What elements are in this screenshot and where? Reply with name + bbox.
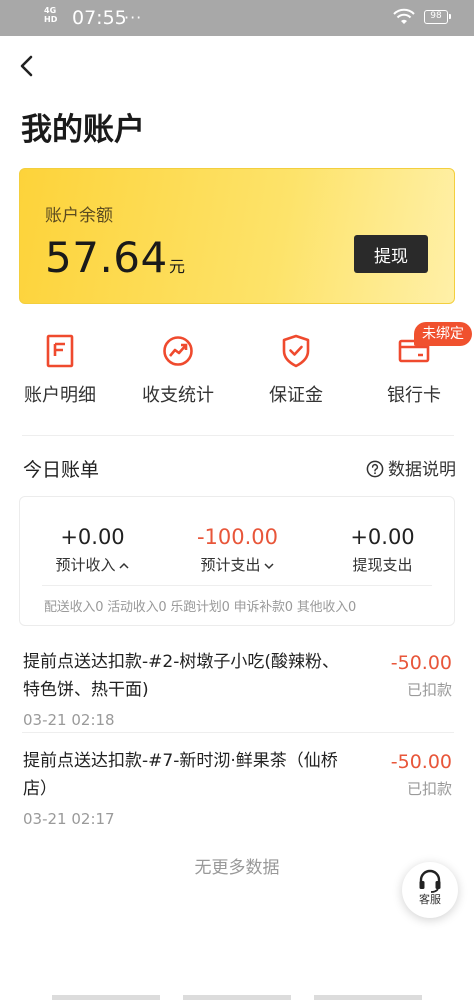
- unbound-badge: 未绑定: [414, 322, 472, 346]
- chevron-left-icon: [20, 55, 33, 77]
- stat-label: 预计收入: [55, 556, 116, 574]
- stat-toggle-expected-expense[interactable]: 预计支出: [200, 555, 274, 575]
- today-stats: +0.00 预计收入 -100.00 预计支出 +0.00 提现支出 配送收入0…: [19, 496, 455, 626]
- entry-deposit[interactable]: 保证金: [238, 334, 354, 414]
- bill-row[interactable]: 提前点送达扣款-#7-新时沏·鲜果茶（仙桥店） 03-21 02:17 -50.…: [0, 747, 474, 843]
- bill-time: 03-21 02:18: [23, 711, 115, 729]
- divider: [22, 732, 454, 733]
- question-circle-icon: [366, 460, 384, 478]
- stat-label: 提现支出: [352, 556, 413, 574]
- chevron-down-icon: [263, 562, 274, 569]
- stat-withdraw-expense: +0.00 提现支出: [310, 523, 455, 575]
- back-button[interactable]: [12, 50, 44, 82]
- status-time: 07:55: [72, 7, 127, 29]
- battery-icon: 98: [424, 10, 451, 24]
- entry-label: 收支统计: [142, 385, 214, 406]
- shield-check-icon: [282, 334, 310, 368]
- headset-icon: [419, 869, 441, 893]
- bill-amount: -50.00: [390, 751, 452, 773]
- stat-toggle-expected-income[interactable]: 预计收入: [55, 555, 129, 575]
- stat-label: 预计支出: [200, 556, 261, 574]
- balance-unit: 元: [169, 257, 186, 276]
- customer-service-label: 客服: [419, 893, 441, 906]
- stat-expected-expense: -100.00 预计支出: [165, 523, 310, 575]
- bill-status: 已扣款: [406, 681, 452, 699]
- stat-value: -100.00: [196, 525, 279, 549]
- entry-label: 银行卡: [387, 385, 441, 406]
- bill-status: 已扣款: [406, 780, 452, 798]
- wifi-icon: [393, 8, 415, 24]
- data-explain-label: 数据说明: [388, 460, 456, 480]
- network-indicator: 4G HD: [44, 6, 58, 24]
- document-icon: [46, 334, 74, 368]
- chevron-up-icon: [118, 562, 129, 569]
- status-bar: 4G HD 07:55 ··· 98: [0, 0, 474, 36]
- stat-value: +0.00: [350, 525, 415, 549]
- entry-statistics[interactable]: 收支统计: [120, 334, 236, 414]
- bill-description: 提前点送达扣款-#2-树墩子小吃(酸辣粉、特色饼、热干面): [23, 652, 339, 700]
- trend-chart-icon: [163, 336, 193, 366]
- entry-bank-card[interactable]: 银行卡: [356, 334, 472, 414]
- entry-account-detail[interactable]: 账户明细: [2, 334, 118, 414]
- page-title: 我的账户: [21, 112, 145, 148]
- bill-description: 提前点送达扣款-#7-新时沏·鲜果茶（仙桥店）: [23, 751, 338, 799]
- withdraw-button[interactable]: 提现: [354, 235, 428, 273]
- balance-card: 账户余额 57.64 元 提现: [19, 168, 455, 304]
- income-breakdown: 配送收入0 活动收入0 乐跑计划0 申诉补款0 其他收入0: [44, 600, 357, 615]
- customer-service-button[interactable]: 客服: [402, 862, 458, 918]
- today-bill-title: 今日账单: [23, 459, 100, 481]
- bottom-handle: [0, 995, 474, 1000]
- no-more-data: 无更多数据: [194, 858, 280, 878]
- balance-amount: 57.64: [45, 233, 168, 282]
- status-more-icon: ···: [124, 8, 143, 27]
- entry-label: 账户明细: [24, 385, 96, 406]
- bill-time: 03-21 02:17: [23, 810, 115, 828]
- balance-label: 账户余额: [45, 206, 113, 226]
- bill-amount: -50.00: [390, 652, 452, 674]
- divider: [42, 585, 432, 586]
- divider: [22, 435, 454, 436]
- stat-value: +0.00: [60, 525, 125, 549]
- bill-row[interactable]: 提前点送达扣款-#2-树墩子小吃(酸辣粉、特色饼、热干面) 03-21 02:1…: [0, 648, 474, 744]
- entry-label: 保证金: [269, 385, 323, 406]
- stat-expected-income: +0.00 预计收入: [20, 523, 165, 575]
